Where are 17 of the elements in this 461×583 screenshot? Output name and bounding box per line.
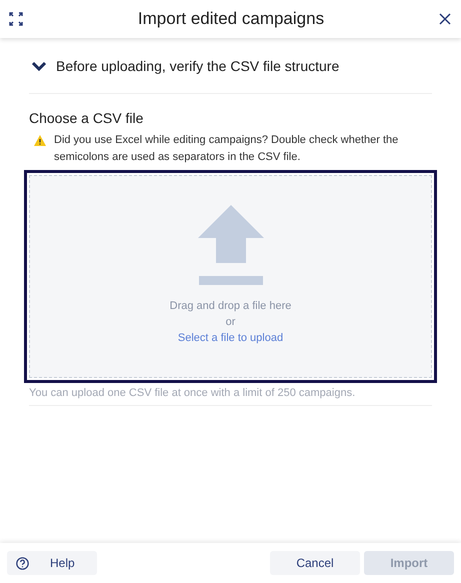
help-button[interactable]: Help [7,551,97,575]
expand-icon[interactable] [9,12,23,26]
drop-zone[interactable]: Drag and drop a file here or Select a file to upload [29,175,432,378]
warning-icon [34,135,46,146]
upload-icon [198,205,264,285]
select-file-link[interactable]: Select a file to upload [178,332,284,344]
chevron-icon[interactable] [32,60,46,70]
or-text: or [226,316,236,328]
upload-hint: You can upload one CSV file at once with a limit of 250 campaigns. [29,383,432,406]
help-icon [16,556,29,570]
close-icon[interactable] [439,13,451,25]
warning-text: Did you use Excel while editing campaigns? Double check whether the semicolons are used as separators in the CSV file. [54,133,400,165]
cancel-button[interactable]: Cancel [270,551,360,575]
drop-prompt: Drag and drop a file here [170,300,292,312]
window-title: Import edited campaigns [138,9,324,29]
section-heading: Choose a CSV file [29,110,144,126]
expander-label[interactable]: Before uploading, verify the CSV file structure [56,58,340,74]
